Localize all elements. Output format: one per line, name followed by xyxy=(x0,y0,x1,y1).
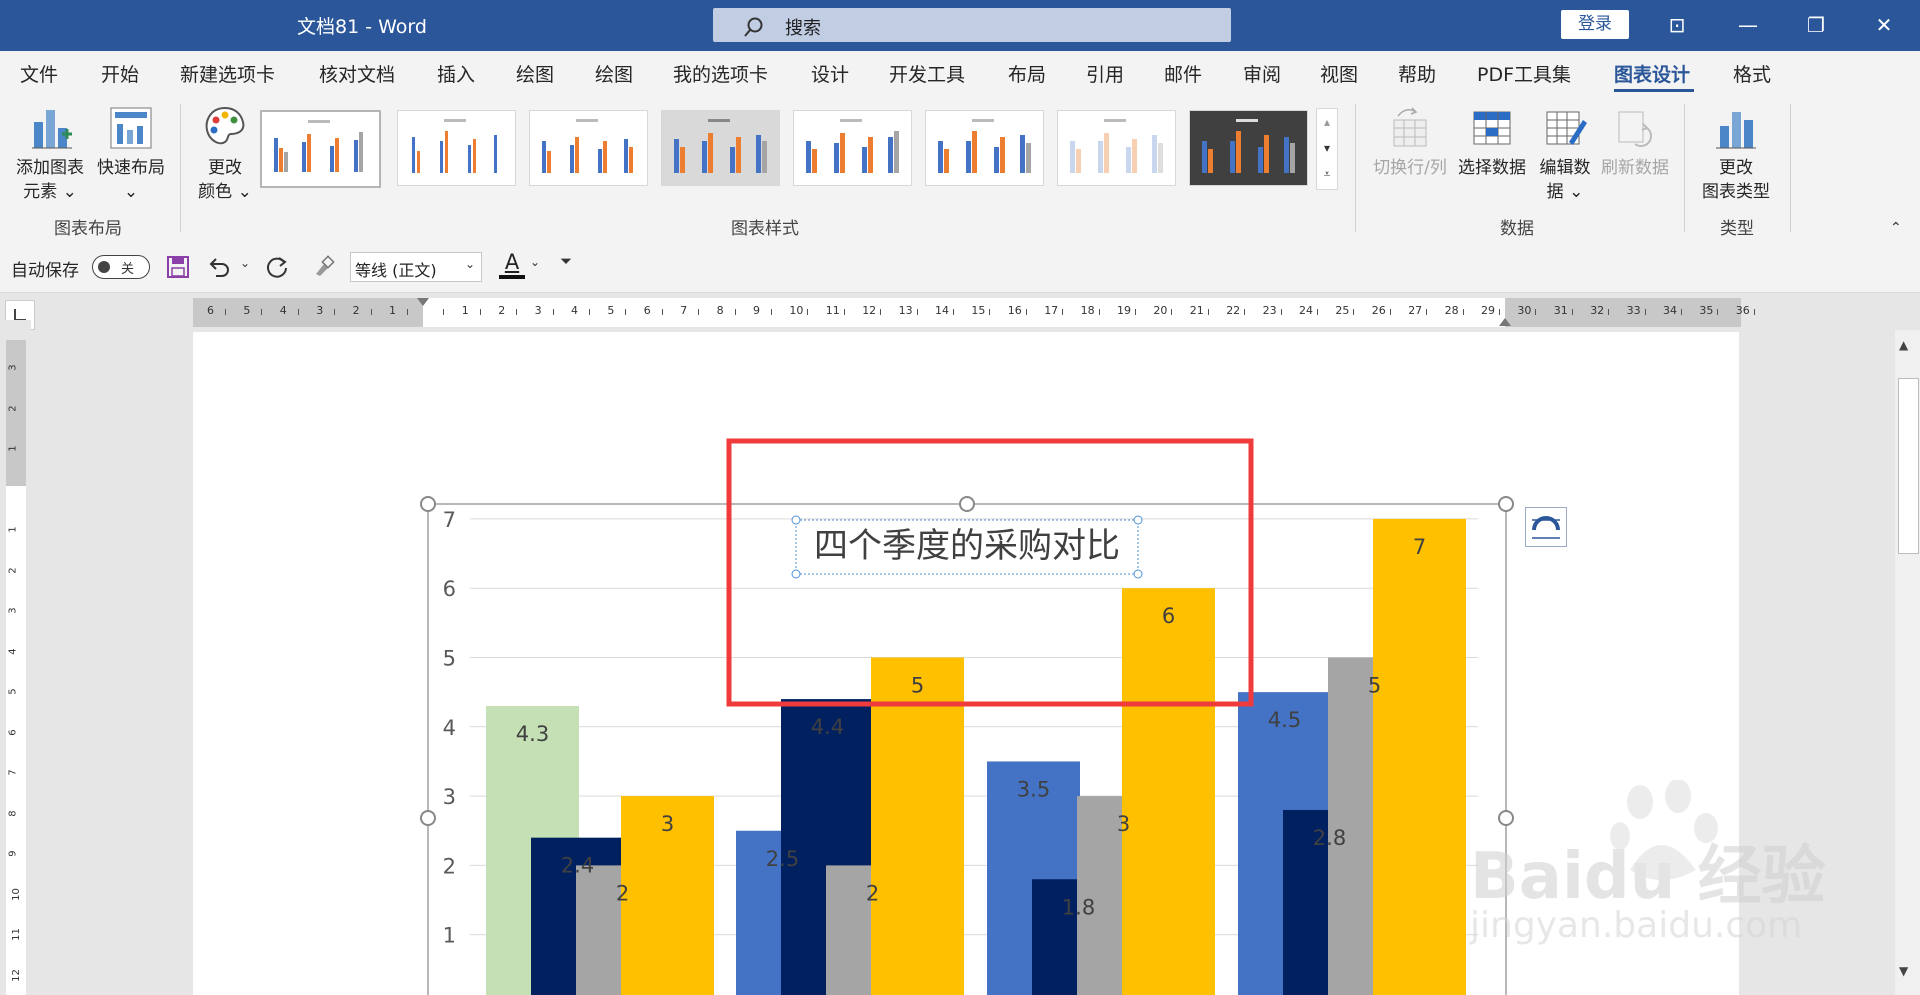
chart-data-label: 4.3 xyxy=(516,722,549,746)
scroll-up-icon[interactable]: ▲ xyxy=(1899,338,1908,352)
watermark-brand: Baidu 经验 xyxy=(1470,840,1826,914)
scroll-down-icon[interactable]: ▼ xyxy=(1899,964,1908,978)
chart-y-tick-label: 7 xyxy=(443,508,456,532)
chart-data-label: 5 xyxy=(1368,674,1381,698)
chart-data-label: 6 xyxy=(1162,604,1175,628)
chart-y-tick-label: 5 xyxy=(443,647,456,671)
chart-data-label: 5 xyxy=(911,674,924,698)
chart-bar[interactable] xyxy=(1122,588,1215,995)
chart-data-label: 4.4 xyxy=(811,715,844,739)
chart-y-tick-label: 1 xyxy=(443,924,456,948)
chart-data-label: 2 xyxy=(866,881,879,905)
chart-data-label: 1.8 xyxy=(1062,895,1095,919)
chart-y-axis: 1 2 3 4 5 6 7 xyxy=(443,508,456,948)
chart-data-label: 4.5 xyxy=(1268,708,1301,732)
chart-data-label: 3 xyxy=(661,812,674,836)
chart-y-tick-label: 2 xyxy=(443,854,456,878)
chart-data-label: 2.5 xyxy=(766,847,799,871)
chart-title[interactable]: 四个季度的采购对比 xyxy=(814,526,1120,566)
chart-bars xyxy=(486,518,1466,995)
chart-data-label: 3.5 xyxy=(1017,777,1050,801)
baidu-watermark: Baidu 经验 jingyan.baidu.com xyxy=(1470,780,1830,960)
chart-data-label: 3 xyxy=(1117,812,1130,836)
chart-data-label: 2 xyxy=(616,881,629,905)
chart-y-tick-label: 4 xyxy=(443,716,456,740)
chart-bar[interactable] xyxy=(871,657,964,995)
watermark-url: jingyan.baidu.com xyxy=(1470,905,1803,946)
chart-bar[interactable] xyxy=(1373,518,1466,995)
chart-data-label: 2.8 xyxy=(1313,826,1346,850)
scrollbar-thumb[interactable] xyxy=(1898,378,1919,554)
vertical-scrollbar[interactable]: ▲ ▼ xyxy=(1895,330,1920,995)
chart-y-tick-label: 3 xyxy=(443,785,456,809)
chart-y-tick-label: 6 xyxy=(443,577,456,601)
chart-data-label: 7 xyxy=(1413,535,1426,559)
chart-data-label: 2.4 xyxy=(561,854,594,878)
layout-options-icon xyxy=(1532,516,1560,539)
layout-options-button[interactable] xyxy=(1525,507,1567,547)
